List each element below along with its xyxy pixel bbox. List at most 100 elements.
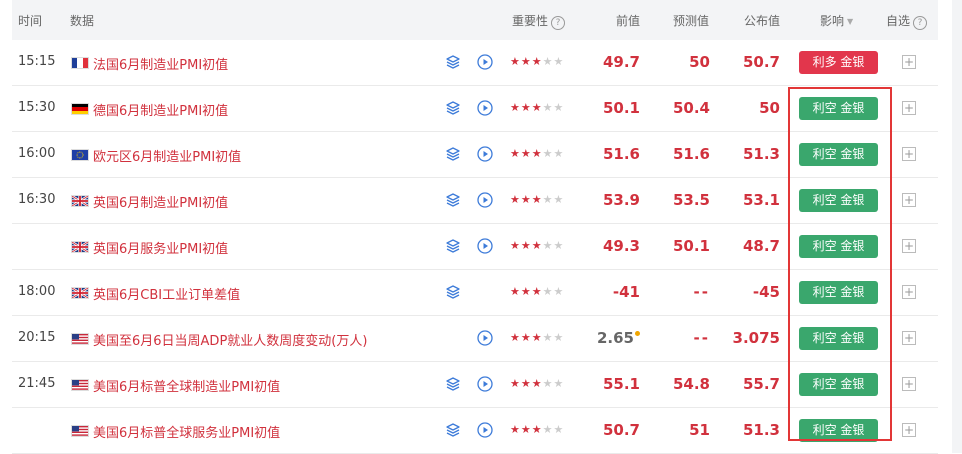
eu-flag-icon (71, 149, 89, 161)
previous-value-text: 2.65 (596, 329, 634, 347)
actual-value: 3.075 (732, 329, 780, 347)
header-watch: 自选? (886, 12, 928, 30)
play-icon[interactable] (477, 100, 493, 116)
importance-stars: ★★★★★ (510, 101, 564, 114)
table-row[interactable]: 15:15 法国6月制造业PMI初值 ★★★★★ 49.7 50 50.7 利多 金银 + (12, 40, 938, 86)
header-time: 时间 (18, 14, 43, 28)
impact-highlight-box (788, 87, 892, 441)
add-watchlist-icon[interactable]: + (902, 55, 916, 69)
actual-value: -45 (752, 283, 780, 301)
star-icon: ★ (531, 193, 543, 206)
event-time: 21:45 (18, 376, 56, 391)
play-icon[interactable] (477, 146, 493, 162)
play-icon[interactable] (477, 192, 493, 208)
impact-badge: 利多 金银 (799, 51, 878, 74)
event-name-link[interactable]: 英国6月制造业PMI初值 (93, 192, 228, 211)
france-flag-icon (71, 57, 89, 69)
add-watchlist-icon[interactable]: + (902, 193, 916, 207)
previous-value: 49.7 (560, 53, 640, 71)
event-name-link[interactable]: 美国6月标普全球制造业PMI初值 (93, 376, 280, 395)
uk-flag-icon (71, 195, 89, 207)
star-icon: ★ (520, 55, 532, 68)
forecast-value: 50.4 (672, 99, 710, 117)
event-name-link[interactable]: 美国6月标普全球服务业PMI初值 (93, 422, 280, 441)
header-previous: 前值 (616, 14, 641, 28)
star-icon: ★ (520, 193, 532, 206)
layers-icon[interactable] (445, 376, 461, 392)
add-watchlist-icon[interactable]: + (902, 423, 916, 437)
star-icon: ★ (510, 285, 521, 298)
star-icon: ★ (510, 331, 521, 344)
actual-value: 55.7 (742, 375, 780, 393)
header-actual: 公布值 (744, 14, 781, 28)
importance-stars: ★★★★★ (510, 331, 564, 344)
event-name-link[interactable]: 英国6月CBI工业订单差值 (93, 284, 240, 303)
layers-icon[interactable] (445, 100, 461, 116)
add-watchlist-icon[interactable]: + (902, 147, 916, 161)
event-name-link[interactable]: 法国6月制造业PMI初值 (93, 54, 228, 73)
actual-value: 51.3 (742, 421, 780, 439)
add-watchlist-icon[interactable]: + (902, 239, 916, 253)
event-name-link[interactable]: 欧元区6月制造业PMI初值 (93, 146, 241, 165)
layers-icon[interactable] (445, 192, 461, 208)
star-icon: ★ (531, 55, 543, 68)
star-icon: ★ (520, 423, 532, 436)
play-icon[interactable] (477, 54, 493, 70)
event-time: 20:15 (18, 330, 56, 345)
star-icon: ★ (531, 101, 543, 114)
event-name-link[interactable]: 美国至6月6日当周ADP就业人数周度变动(万人) (93, 330, 367, 349)
layers-icon[interactable] (445, 146, 461, 162)
add-watchlist-icon[interactable]: + (902, 331, 916, 345)
add-watchlist-icon[interactable]: + (902, 285, 916, 299)
play-icon[interactable] (477, 422, 493, 438)
previous-value: 55.1 (560, 375, 640, 393)
play-icon[interactable] (477, 238, 493, 254)
layers-icon[interactable] (445, 54, 461, 70)
previous-value: 53.9 (560, 191, 640, 209)
star-icon: ★ (531, 377, 543, 390)
importance-stars: ★★★★★ (510, 285, 564, 298)
add-watchlist-icon[interactable]: + (902, 101, 916, 115)
event-time: 18:00 (18, 284, 56, 299)
previous-value: 50.1 (560, 99, 640, 117)
previous-value: 50.7 (560, 421, 640, 439)
header-watch-label: 自选 (886, 14, 911, 28)
forecast-value: 53.5 (672, 191, 710, 209)
scrollbar-track[interactable] (952, 0, 962, 453)
play-icon[interactable] (477, 330, 493, 346)
star-icon: ★ (542, 147, 554, 160)
star-icon: ★ (531, 423, 543, 436)
star-icon: ★ (531, 331, 543, 344)
star-icon: ★ (510, 101, 521, 114)
layers-icon[interactable] (445, 238, 461, 254)
star-icon: ★ (520, 101, 532, 114)
star-icon: ★ (510, 147, 521, 160)
play-icon[interactable] (477, 376, 493, 392)
uk-flag-icon (71, 241, 89, 253)
importance-stars: ★★★★★ (510, 147, 564, 160)
event-name-link[interactable]: 英国6月服务业PMI初值 (93, 238, 228, 257)
forecast-value: -- (693, 329, 710, 347)
previous-value: 51.6 (560, 145, 640, 163)
header-impact-label: 影响 (820, 14, 845, 28)
actual-value: 50.7 (742, 53, 780, 71)
star-icon: ★ (542, 193, 554, 206)
event-time: 15:30 (18, 100, 56, 115)
us-flag-icon (71, 425, 89, 437)
forecast-value: 50.1 (672, 237, 710, 255)
economic-calendar: 时间 数据 重要性? 前值 预测值 公布值 影响 ▼ 自选? 15:15 法国6月制… (0, 0, 962, 454)
layers-icon[interactable] (445, 284, 461, 300)
help-icon[interactable]: ? (913, 16, 928, 30)
header-impact[interactable]: 影响 ▼ (820, 12, 853, 29)
event-name-link[interactable]: 德国6月制造业PMI初值 (93, 100, 228, 119)
star-icon: ★ (531, 239, 543, 252)
help-icon[interactable]: ? (551, 16, 566, 30)
star-icon: ★ (520, 239, 532, 252)
add-watchlist-icon[interactable]: + (902, 377, 916, 391)
layers-icon[interactable] (445, 422, 461, 438)
forecast-value: -- (693, 283, 710, 301)
star-icon: ★ (542, 423, 554, 436)
star-icon: ★ (520, 147, 532, 160)
actual-value: 53.1 (742, 191, 780, 209)
star-icon: ★ (542, 101, 554, 114)
